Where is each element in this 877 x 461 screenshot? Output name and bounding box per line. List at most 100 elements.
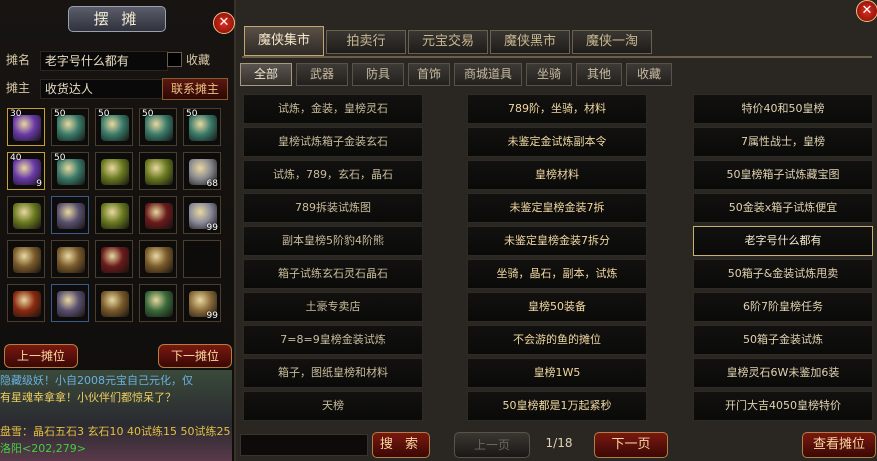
stall-entry[interactable]: 7属性战士，皇榜 (693, 127, 873, 157)
inventory-slot[interactable] (95, 240, 133, 278)
category-tab[interactable]: 商城道具 (454, 63, 522, 86)
stall-owner-label: 摊主 (6, 81, 31, 95)
stall-entry[interactable]: 副本皇榜5阶豹4阶熊 (243, 226, 423, 256)
stall-panel-title: 摆 摊 (68, 6, 166, 32)
market-tab[interactable]: 魔侠一淘 (572, 30, 652, 54)
stall-entry[interactable]: 皇榜50装备 (467, 292, 647, 322)
market-tab[interactable]: 拍卖行 (326, 30, 406, 54)
category-tab[interactable]: 武器 (296, 63, 348, 86)
inventory-slot[interactable]: 99 (183, 196, 221, 234)
stall-entry[interactable]: 50箱子&金装试炼甩卖 (693, 259, 873, 289)
inventory-slot[interactable]: 99 (183, 284, 221, 322)
inventory-slot[interactable] (7, 284, 45, 322)
silver-helmet-icon (57, 291, 85, 317)
category-tab[interactable]: 坐骑 (526, 63, 572, 86)
inventory-slot[interactable]: 40 9 (7, 152, 45, 190)
bronze-helmet-icon (145, 247, 173, 273)
stall-entry[interactable]: 未鉴定皇榜金装7拆 (467, 193, 647, 223)
collect-label: 收藏 (186, 53, 211, 67)
stall-name-field: 老字号什么都有 (39, 50, 168, 71)
inventory-slot[interactable]: 50 (51, 152, 89, 190)
inventory-slot[interactable] (51, 240, 89, 278)
chat-line: 隐藏级妖！小自2008元宝自己元化，仅 (0, 374, 193, 387)
search-button[interactable]: 搜 索 (372, 432, 430, 458)
stall-entry[interactable]: 50金装x箱子试炼便宜 (693, 193, 873, 223)
inventory-slot[interactable]: 68 (183, 152, 221, 190)
stall-entry[interactable]: 皇榜1W5 (467, 358, 647, 388)
contact-owner-button[interactable]: 联系摊主 (162, 78, 228, 100)
inventory-slot[interactable] (51, 196, 89, 234)
page-indicator: 1/18 (545, 436, 573, 450)
next-page-button[interactable]: 下一页 (594, 432, 668, 458)
stall-entry[interactable]: 箱子试练玄石灵石晶石 (243, 259, 423, 289)
inventory-slot[interactable]: 50 (139, 108, 177, 146)
stall-entry[interactable]: 试炼，金装，皇榜灵石 (243, 94, 423, 124)
market-tab[interactable]: 魔侠集市 (244, 26, 324, 56)
inventory-slot[interactable] (7, 240, 45, 278)
gold-armor-icon (101, 159, 129, 185)
stall-entry[interactable]: 特价40和50皇榜 (693, 94, 873, 124)
stall-entry[interactable]: 试炼，789，玄石，晶石 (243, 160, 423, 190)
gold-armor-icon (13, 203, 41, 229)
close-market-icon[interactable]: ✕ (856, 0, 877, 22)
stall-entry[interactable]: 50皇榜都是1万起紧秒 (467, 391, 647, 421)
stall-entry[interactable]: 皇榜灵石6W未鉴加6装 (693, 358, 873, 388)
stall-entry[interactable]: 天榜 (243, 391, 423, 421)
prev-stall-button[interactable]: 上一摊位 (4, 344, 78, 368)
view-stall-button[interactable]: 查看摊位 (802, 432, 876, 458)
stall-entry[interactable]: 未鉴定皇榜金装7拆分 (467, 226, 647, 256)
market-tab[interactable]: 元宝交易 (408, 30, 488, 54)
inventory-slot[interactable] (139, 240, 177, 278)
inventory-slot[interactable]: 50 (183, 108, 221, 146)
stall-entry[interactable]: 不会游的鱼的摊位 (467, 325, 647, 355)
stall-entry[interactable]: 开门大吉4050皇榜特价 (693, 391, 873, 421)
category-tab[interactable]: 防具 (352, 63, 404, 86)
stall-entry[interactable]: 土豪专卖店 (243, 292, 423, 322)
stack-count: 30 (10, 109, 22, 119)
market-panel: ✕ 魔侠集市 拍卖行 元宝交易 魔侠黑市 魔侠一淘 全部 武器 防具 首饰 商城道具 坐骑 其他 收藏… (236, 0, 877, 461)
inventory-slot[interactable]: 50 (95, 108, 133, 146)
prev-page-button[interactable]: 上一页 (454, 432, 530, 458)
inventory-slot[interactable] (95, 152, 133, 190)
inventory-slot[interactable] (139, 152, 177, 190)
next-stall-button[interactable]: 下一摊位 (158, 344, 232, 368)
stall-entry[interactable]: 皇榜试炼箱子金装玄石 (243, 127, 423, 157)
stack-count: 99 (206, 311, 218, 321)
stall-entry[interactable]: 箱子，图纸皇榜和材料 (243, 358, 423, 388)
market-bottom-bar: 搜 索 上一页 1/18 下一页 查看摊位 (236, 428, 877, 461)
inventory-slot[interactable]: 30 (7, 108, 45, 146)
stall-entry[interactable]: 坐骑，晶石，副本，试炼 (467, 259, 647, 289)
gold-armor-icon (145, 159, 173, 185)
stack-count: 50 (186, 109, 198, 119)
inventory-slot[interactable] (51, 284, 89, 322)
stall-entry[interactable]: 6阶7阶皇榜任务 (693, 292, 873, 322)
stall-entry[interactable]: 皇榜材料 (467, 160, 647, 190)
close-stall-icon[interactable]: ✕ (213, 12, 235, 34)
inventory-slot[interactable] (95, 284, 133, 322)
stall-entry[interactable]: 50皇榜箱子试炼藏宝图 (693, 160, 873, 190)
category-tab[interactable]: 首饰 (408, 63, 450, 86)
search-input[interactable] (240, 434, 368, 456)
bronze-helmet-icon (57, 247, 85, 273)
stall-entry[interactable]: 7=8=9皇榜金装试炼 (243, 325, 423, 355)
inventory-slot[interactable] (7, 196, 45, 234)
category-tab[interactable]: 全部 (240, 63, 292, 86)
category-tab[interactable]: 其他 (576, 63, 622, 86)
stall-entry[interactable]: 50箱子金装试炼 (693, 325, 873, 355)
stack-count: 50 (54, 109, 66, 119)
stall-entry[interactable]: 789拆装试炼图 (243, 193, 423, 223)
inventory-slot[interactable] (95, 196, 133, 234)
inventory-slot[interactable]: 50 (51, 108, 89, 146)
inventory-slot[interactable] (139, 196, 177, 234)
stall-entry[interactable]: 老字号什么都有 (693, 226, 873, 256)
market-tab[interactable]: 魔侠黑市 (490, 30, 570, 54)
inventory-slot[interactable] (183, 240, 221, 278)
stack-count: 68 (206, 179, 218, 189)
stack-count: 99 (206, 223, 218, 233)
inventory-slot[interactable] (139, 284, 177, 322)
green-boots-icon (145, 291, 173, 317)
category-tab[interactable]: 收藏 (626, 63, 672, 86)
collect-checkbox[interactable] (167, 52, 182, 67)
stall-entry[interactable]: 789阶，坐骑，材料 (467, 94, 647, 124)
stall-entry[interactable]: 未鉴定金试炼副本令 (467, 127, 647, 157)
